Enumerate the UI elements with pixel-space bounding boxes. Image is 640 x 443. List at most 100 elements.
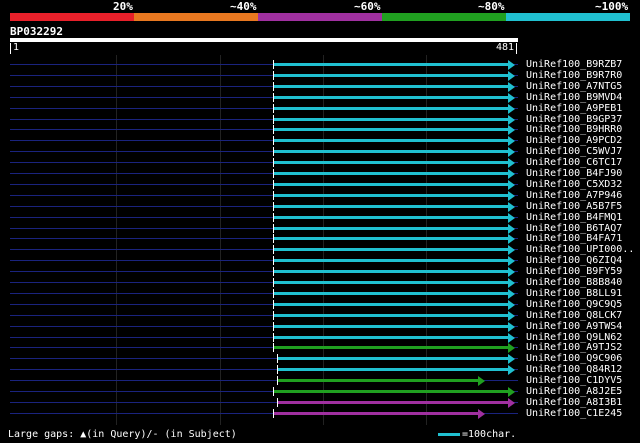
hit-label[interactable]: UniRef100_UPI000..: [526, 244, 634, 255]
hit-label[interactable]: UniRef100_B4FA71: [526, 233, 622, 244]
hit-segment[interactable]: [272, 259, 510, 263]
hit-label[interactable]: UniRef100_C5WVJ7: [526, 146, 622, 157]
hit-arrow-icon: [508, 288, 516, 299]
hit-label[interactable]: UniRef100_Q6ZIQ4: [526, 255, 622, 266]
hit-segment[interactable]: [272, 324, 510, 328]
hit-label[interactable]: UniRef100_A9TJS2: [526, 342, 622, 353]
scale-label: =100char.: [462, 429, 517, 440]
hit-arrow-icon: [508, 179, 516, 190]
hit-label[interactable]: UniRef100_C5XD32: [526, 179, 622, 190]
hit-segment[interactable]: [272, 182, 510, 186]
hit-segment[interactable]: [272, 128, 510, 132]
hit-start-tick: [276, 365, 278, 375]
hit-segment[interactable]: [276, 379, 479, 383]
hit-segment[interactable]: [272, 139, 510, 143]
hit-segment[interactable]: [272, 411, 479, 415]
hit-label[interactable]: UniRef100_B9R7R0: [526, 70, 622, 81]
hit-start-tick: [272, 288, 274, 298]
hit-arrow-icon: [508, 245, 516, 256]
hit-arrow-icon: [508, 212, 516, 223]
hit-start-tick: [272, 190, 274, 200]
gaps-legend: Large gaps: ▲(in Query)/- (in Subject): [8, 429, 237, 440]
hit-segment[interactable]: [272, 215, 510, 219]
hit-label[interactable]: UniRef100_B6TAQ7: [526, 223, 622, 234]
hit-arrow-icon: [508, 310, 516, 321]
hit-label[interactable]: UniRef100_Q9C906: [526, 353, 622, 364]
hit-arrow-icon: [508, 60, 516, 70]
hit-segment[interactable]: [272, 161, 510, 165]
hit-label[interactable]: UniRef100_A8I3B1: [526, 397, 622, 408]
hit-segment[interactable]: [272, 150, 510, 154]
hit-label[interactable]: UniRef100_A9PCD2: [526, 135, 622, 146]
hit-label[interactable]: UniRef100_A9TWS4: [526, 321, 622, 332]
hit-label[interactable]: UniRef100_Q84R12: [526, 364, 622, 375]
hit-label[interactable]: UniRef100_Q8LCK7: [526, 310, 622, 321]
hit-start-tick: [272, 103, 274, 113]
hit-segment[interactable]: [272, 335, 510, 339]
hit-start-tick: [272, 147, 274, 157]
hit-arrow-icon: [508, 354, 516, 365]
hit-start-tick: [272, 179, 274, 189]
hit-label[interactable]: UniRef100_B4FMQ1: [526, 212, 622, 223]
hit-start-tick: [272, 169, 274, 178]
hit-label[interactable]: UniRef100_C1DYV5: [526, 375, 622, 386]
hit-segment[interactable]: [272, 204, 510, 208]
hit-label[interactable]: UniRef100_C6TC17: [526, 157, 622, 168]
hit-label[interactable]: UniRef100_B8LL91: [526, 288, 622, 299]
hit-segment[interactable]: [276, 368, 510, 372]
hit-start-tick: [272, 125, 274, 135]
hit-segment[interactable]: [272, 63, 510, 66]
hit-start-tick: [272, 70, 274, 80]
hit-segment[interactable]: [272, 291, 510, 295]
hit-segment[interactable]: [272, 106, 510, 110]
hit-segment[interactable]: [272, 73, 510, 77]
hit-segment[interactable]: [272, 390, 510, 393]
hit-arrow-icon: [508, 387, 516, 397]
hit-label[interactable]: UniRef100_B9GP37: [526, 114, 622, 125]
hit-start-tick: [272, 387, 274, 396]
hit-segment[interactable]: [272, 172, 510, 175]
hit-segment[interactable]: [272, 248, 510, 252]
hit-label[interactable]: UniRef100_Q9LN62: [526, 332, 622, 343]
hit-label[interactable]: UniRef100_A9PEB1: [526, 103, 622, 114]
hit-label[interactable]: UniRef100_B9HRR0: [526, 124, 622, 135]
alignment-hits: UniRef100_B9RZB7 UniRef100_B9R7R0 UniRef10…: [0, 0, 640, 443]
hit-segment[interactable]: [276, 400, 510, 404]
hit-start-tick: [272, 332, 274, 342]
hit-segment[interactable]: [272, 270, 510, 274]
hit-label[interactable]: UniRef100_A7NTG5: [526, 81, 622, 92]
hit-arrow-icon: [508, 92, 516, 103]
hit-arrow-icon: [508, 136, 516, 147]
hit-segment[interactable]: [276, 357, 510, 361]
hit-arrow-icon: [508, 125, 516, 136]
hit-label[interactable]: UniRef100_B4FJ90: [526, 168, 622, 179]
hit-label[interactable]: UniRef100_A5B7F5: [526, 201, 622, 212]
hit-segment[interactable]: [272, 117, 510, 121]
hit-arrow-icon: [477, 376, 485, 387]
hit-start-tick: [272, 136, 274, 146]
hit-segment[interactable]: [272, 302, 510, 306]
hit-label[interactable]: UniRef100_B8B840: [526, 277, 622, 288]
hit-start-tick: [272, 343, 274, 353]
hit-arrow-icon: [508, 169, 516, 179]
hit-start-tick: [276, 397, 278, 407]
hit-segment[interactable]: [272, 281, 510, 284]
hit-label[interactable]: UniRef100_A8J2E5: [526, 386, 622, 397]
hit-segment[interactable]: [272, 237, 510, 241]
hit-label[interactable]: UniRef100_A7P946: [526, 190, 622, 201]
hit-label[interactable]: UniRef100_Q9C9Q5: [526, 299, 622, 310]
hit-label[interactable]: UniRef100_B9MVD4: [526, 92, 622, 103]
hit-segment[interactable]: [272, 313, 510, 317]
hit-start-tick: [276, 354, 278, 364]
hit-segment[interactable]: [272, 84, 510, 88]
hit-label[interactable]: UniRef100_B9FY59: [526, 266, 622, 277]
hit-arrow-icon: [508, 234, 516, 245]
hit-segment[interactable]: [272, 193, 510, 197]
hit-segment[interactable]: [272, 226, 510, 230]
hit-label[interactable]: UniRef100_C1E245: [526, 408, 622, 419]
hit-segment[interactable]: [272, 346, 510, 350]
hit-segment[interactable]: [272, 95, 510, 99]
hit-start-tick: [272, 234, 274, 244]
hit-start-tick: [272, 81, 274, 91]
hit-label[interactable]: UniRef100_B9RZB7: [526, 59, 622, 70]
